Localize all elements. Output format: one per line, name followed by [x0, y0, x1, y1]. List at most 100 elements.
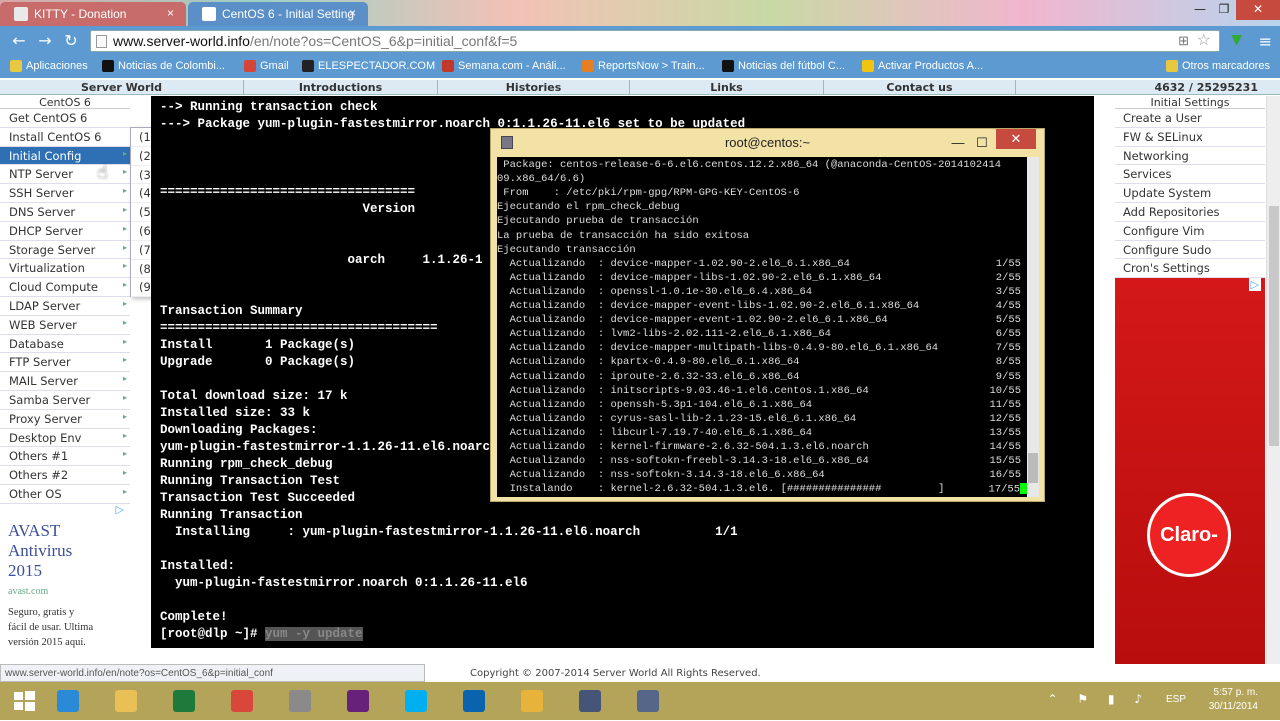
ad-url[interactable]: avast.com	[8, 586, 126, 597]
sidebar-item[interactable]: Others #1 ▸	[0, 447, 130, 467]
sidebar-item[interactable]: Storage Server ▸	[0, 240, 130, 260]
chevron-right-icon: ▸	[122, 148, 127, 158]
forward-button[interactable]: →	[34, 31, 56, 51]
sidebar-item[interactable]: Other OS ▸	[0, 484, 130, 504]
sidebar-item[interactable]: Initial Config ▸	[0, 146, 130, 166]
taskbar-button[interactable]	[46, 685, 90, 717]
bookmark-item[interactable]: ELESPECTADOR.COM	[302, 60, 435, 72]
sidebar-item[interactable]: DNS Server ▸	[0, 202, 130, 222]
sidebar-item[interactable]: Database ▸	[0, 334, 130, 354]
bookmark-item[interactable]: Noticias del fútbol C...	[722, 60, 845, 72]
taskbar-button[interactable]	[568, 685, 612, 717]
bookmark-item[interactable]: Activar Productos A...	[862, 60, 983, 72]
taskbar-button[interactable]	[278, 685, 322, 717]
extension-icon[interactable]: ▼	[1231, 32, 1242, 48]
sidebar-item[interactable]: Virtualization ▸	[0, 259, 130, 279]
tab-kitty[interactable]: KITTY - Donation ×	[0, 2, 186, 26]
sidebar-item-label: Samba Server	[9, 392, 91, 407]
taskbar-button[interactable]	[104, 685, 148, 717]
sidebar-item[interactable]: Update System	[1115, 184, 1265, 203]
claro-ad[interactable]: ▷ Claro-	[1115, 278, 1265, 664]
clock[interactable]: 5:57 p. m. 30/11/2014	[1209, 686, 1258, 714]
sidebar-item[interactable]: FTP Server ▸	[0, 353, 130, 373]
chevron-right-icon: ▸	[122, 468, 127, 478]
nav-server-world[interactable]: Server World	[0, 80, 244, 95]
chrome-menu-icon[interactable]: ≡	[1259, 32, 1272, 51]
sidebar-item[interactable]: WEB Server ▸	[0, 315, 130, 335]
back-button[interactable]: ←	[8, 31, 30, 51]
taskbar-button[interactable]	[220, 685, 264, 717]
tab-close-icon[interactable]: ×	[349, 6, 356, 20]
row-count: 5/55	[996, 314, 1021, 326]
taskbar-button[interactable]	[626, 685, 670, 717]
sidebar-item[interactable]: Desktop Env ▸	[0, 428, 130, 448]
bookmark-item[interactable]: Noticias de Colombi...	[102, 60, 225, 72]
nav-contact[interactable]: Contact us	[824, 80, 1016, 95]
taskbar-button[interactable]	[336, 685, 380, 717]
sidebar-item[interactable]: Cron's Settings	[1115, 259, 1265, 279]
putty-titlebar[interactable]: root@centos:~ — ☐ ✕	[491, 129, 1044, 157]
chevron-right-icon: ▸	[122, 298, 127, 308]
nav-histories[interactable]: Histories	[438, 80, 630, 95]
reload-button[interactable]: ↻	[60, 31, 82, 51]
putty-scrollbar[interactable]	[1027, 157, 1039, 497]
address-bar[interactable]: www.server-world.info/en/note?os=CentOS_…	[90, 30, 1220, 52]
putty-terminal[interactable]: Package: centos-release-6-6.el6.centos.1…	[497, 157, 1027, 497]
taskbar-button[interactable]	[394, 685, 438, 717]
language-indicator[interactable]: ESP	[1166, 694, 1186, 705]
sidebar-item[interactable]: Create a User	[1115, 109, 1265, 128]
putty-icon	[637, 690, 659, 712]
sidebar-item[interactable]: LDAP Server ▸	[0, 296, 130, 316]
adchoices-icon[interactable]: ▷	[116, 503, 124, 516]
scrollbar-thumb[interactable]	[1269, 206, 1279, 446]
page-scrollbar[interactable]	[1266, 96, 1280, 664]
taskbar-button[interactable]	[510, 685, 554, 717]
nav-links[interactable]: Links	[630, 80, 824, 95]
putty-row: Actualizando : device-mapper-libs-1.02.9…	[497, 272, 882, 284]
minimize-button[interactable]: —	[1188, 0, 1212, 20]
sidebar-item[interactable]: MAIL Server ▸	[0, 372, 130, 391]
bookmark-item[interactable]: Semana.com - Análi...	[442, 60, 566, 72]
close-button[interactable]: ✕	[1236, 0, 1280, 20]
terminal-line: Installed:	[160, 559, 236, 573]
putty-window[interactable]: root@centos:~ — ☐ ✕ Package: centos-rele…	[490, 128, 1045, 502]
bookmark-other[interactable]: Otros marcadores	[1166, 60, 1270, 72]
row-package: iproute-2.6.32-33.el6_6.x86_64	[610, 370, 800, 383]
adchoices-icon[interactable]: ▷	[1248, 278, 1261, 291]
taskbar-button[interactable]	[162, 685, 206, 717]
bookmark-gmail[interactable]: Gmail	[244, 60, 289, 72]
minimize-button[interactable]: —	[948, 129, 968, 157]
maximize-button[interactable]: ☐	[972, 129, 992, 157]
sidebar-item[interactable]: DHCP Server ▸	[0, 221, 130, 241]
sidebar-item[interactable]: Configure Sudo	[1115, 241, 1265, 260]
bookmark-item[interactable]: ReportsNow > Train...	[582, 60, 705, 72]
sidebar-item[interactable]: Others #2 ▸	[0, 466, 130, 485]
tab-centos[interactable]: CentOS 6 - Initial Setting ×	[188, 2, 368, 26]
sidebar-item[interactable]: Get CentOS 6	[0, 109, 130, 128]
sidebar-item[interactable]: Samba Server ▸	[0, 390, 130, 410]
sidebar-item[interactable]: Proxy Server ▸	[0, 409, 130, 429]
claro-logo: Claro-	[1147, 493, 1231, 577]
start-button[interactable]	[2, 685, 46, 717]
nav-introductions[interactable]: Introductions	[244, 80, 438, 95]
sidebar-item[interactable]: Install CentOS 6	[0, 127, 130, 147]
sidebar-item[interactable]: FW & SELinux	[1115, 128, 1265, 147]
scrollbar-thumb[interactable]	[1028, 453, 1038, 483]
url-path: /en/note?os=CentOS_6&p=initial_conf&f=5	[249, 33, 518, 49]
sidebar-item[interactable]: Services	[1115, 165, 1265, 185]
system-tray[interactable]: ⌃ ⚑ ▮ ♪	[1047, 692, 1150, 706]
taskbar-button[interactable]	[452, 685, 496, 717]
maximize-button[interactable]: ❐	[1212, 0, 1236, 20]
tab-close-icon[interactable]: ×	[167, 6, 174, 20]
translate-icon[interactable]: ⊞	[1178, 31, 1189, 51]
avast-ad[interactable]: ▷ AVAST Antivirus 2015 avast.com Seguro,…	[8, 503, 126, 660]
close-button[interactable]: ✕	[996, 129, 1036, 149]
sidebar-item[interactable]: SSH Server ▸	[0, 184, 130, 203]
sidebar-item[interactable]: Cloud Compute ▸	[0, 278, 130, 297]
sidebar-item[interactable]: Networking	[1115, 147, 1265, 166]
sidebar-item[interactable]: Add Repositories	[1115, 203, 1265, 222]
bookmark-star-icon[interactable]: ☆	[1197, 31, 1211, 51]
sidebar-item[interactable]: Configure Vim	[1115, 222, 1265, 241]
sidebar-item[interactable]: NTP Server ▸	[0, 165, 130, 185]
bookmark-apps[interactable]: Aplicaciones	[10, 60, 88, 72]
